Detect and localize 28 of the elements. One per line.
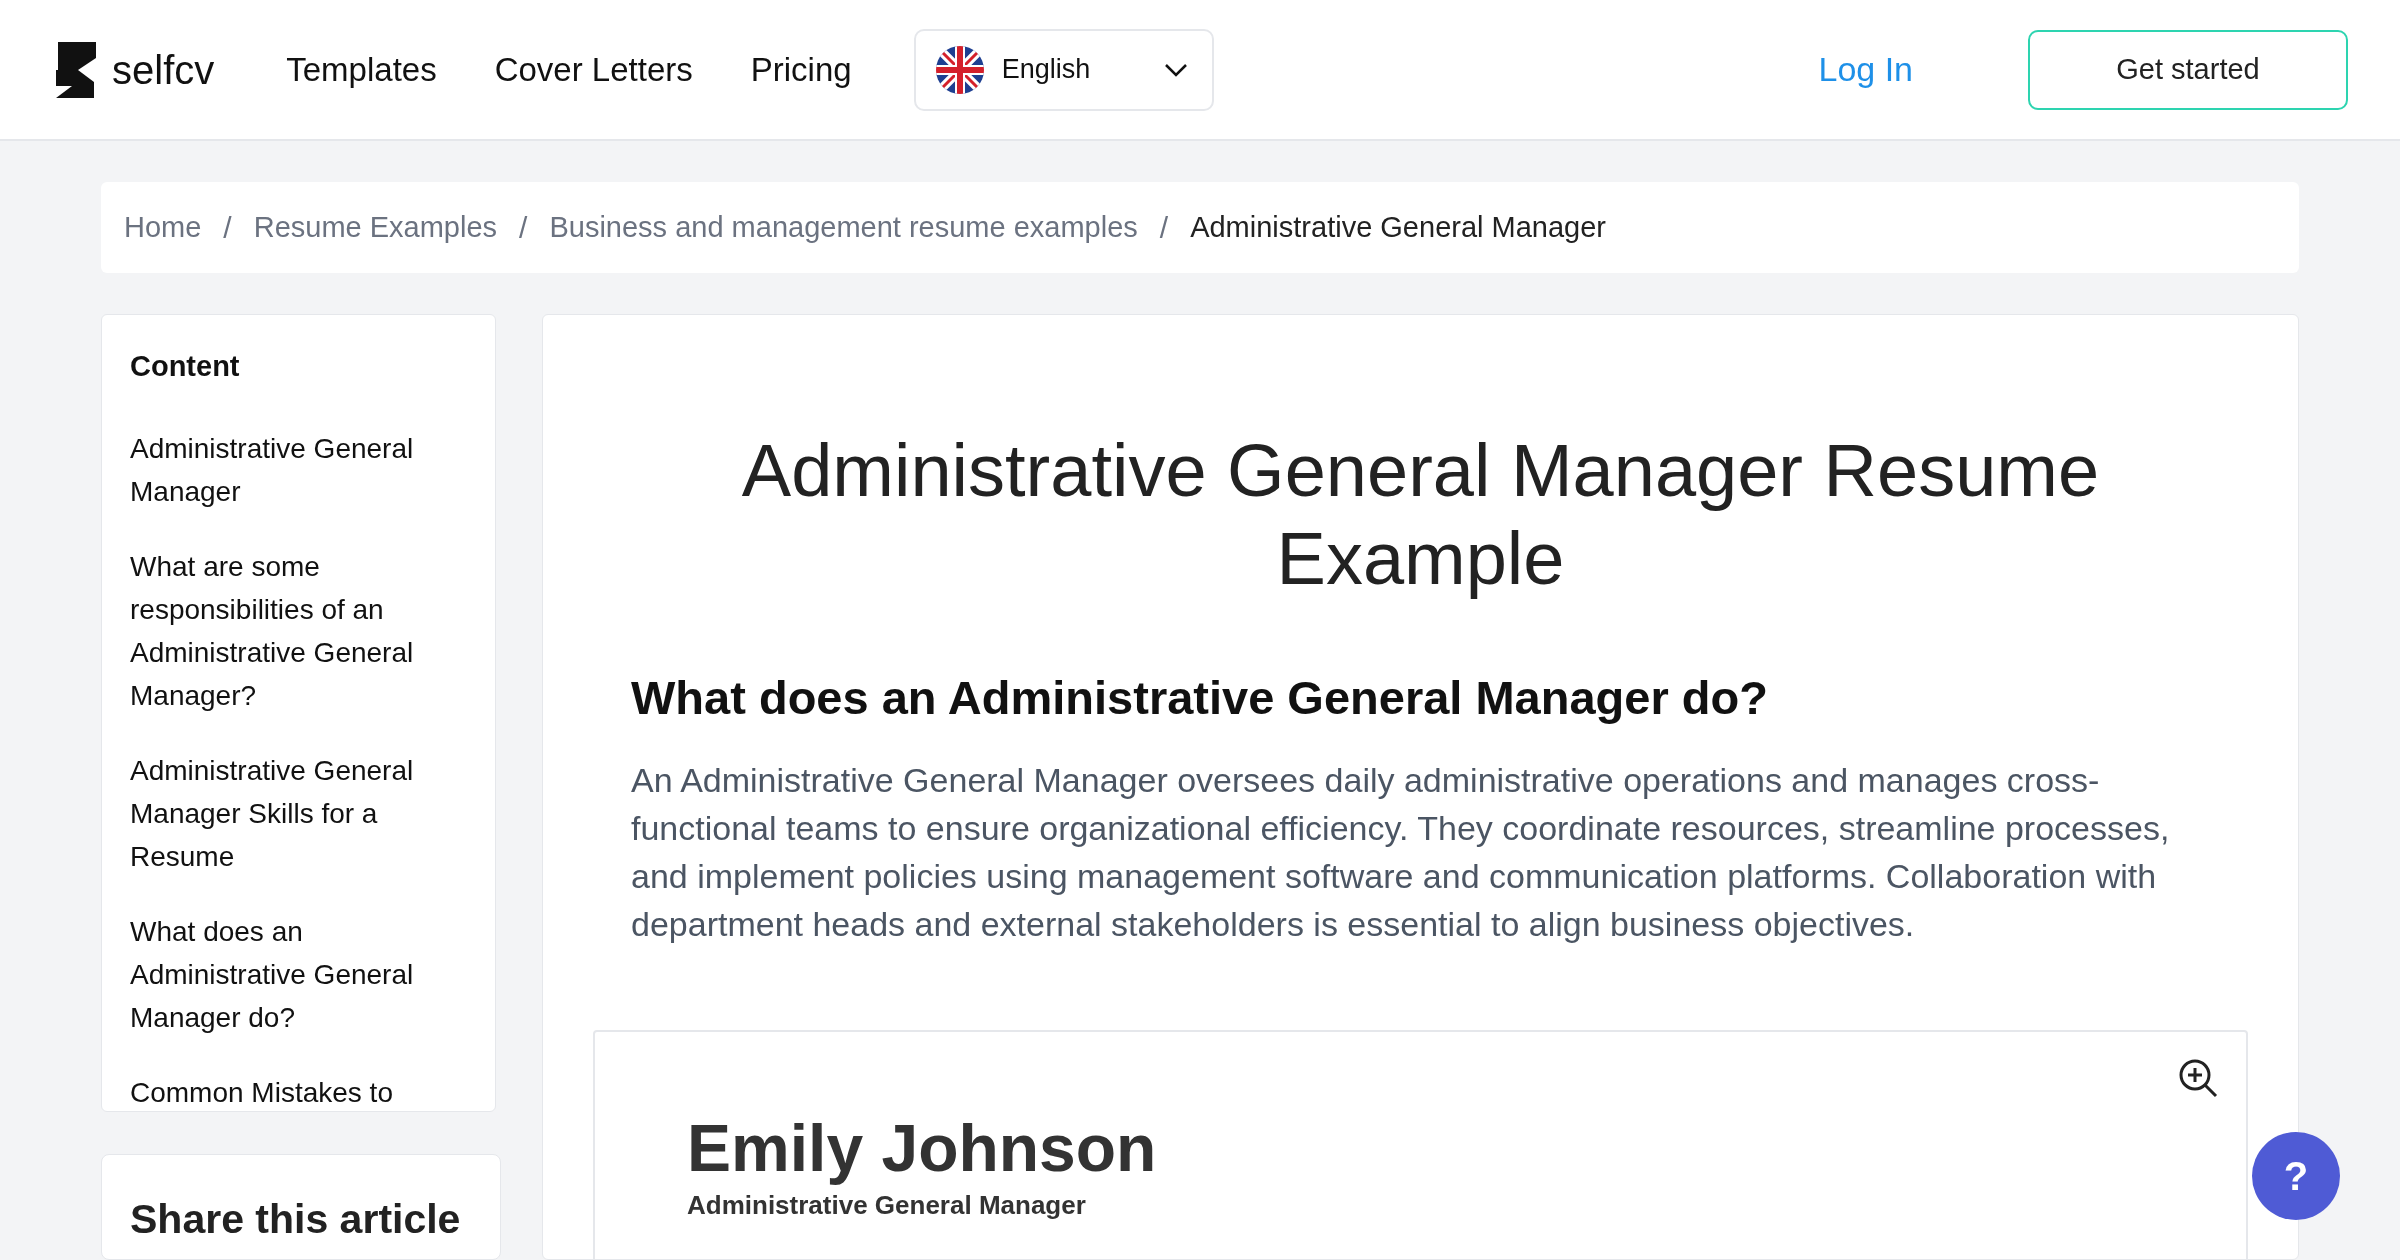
contents-link[interactable]: What does an Administrative General Manager do?: [130, 909, 475, 1039]
nav-link[interactable]: Templates: [286, 44, 437, 95]
article-title: Administrative General Manager Resume Example: [740, 428, 2101, 602]
chevron-down-icon: [1163, 62, 1188, 77]
logo[interactable]: selfcv: [52, 39, 215, 100]
contents-link[interactable]: Administrative General Manager: [130, 426, 475, 513]
language-dropdown[interactable]: English: [913, 28, 1214, 111]
breadcrumb-link[interactable]: Business and management resume examples: [549, 205, 1138, 250]
nav-link[interactable]: Pricing: [750, 44, 852, 95]
breadcrumb-link[interactable]: Resume Examples: [253, 205, 498, 250]
zoom-in-icon[interactable]: [2178, 1057, 2218, 1098]
contents-link[interactable]: Administrative General Manager Skills for a Resume: [130, 748, 475, 878]
help-button[interactable]: ?: [2252, 1132, 2340, 1220]
resume-role: Administrative General Manager: [687, 1188, 1087, 1222]
breadcrumb-separator: /: [1159, 210, 1169, 246]
contents-title: Content: [130, 349, 241, 384]
contents-link[interactable]: Common Mistakes to: [130, 1070, 475, 1111]
breadcrumb-separator: /: [519, 210, 528, 246]
breadcrumb-link[interactable]: Home: [124, 205, 202, 250]
breadcrumb-separator: /: [223, 210, 232, 246]
section-heading: What does an Administrative General Manager do?: [631, 670, 1769, 726]
breadcrumb-current[interactable]: Administrative General Manager: [1190, 205, 1606, 250]
section-paragraph: An Administrative General Manager oversees daily administrative operations and manages cross-functional teams to ensure organizational efficiency. They coordinate resources, streamline processes, and implement policies using management software and communication platforms. Collaboration with department heads and external stakeholders is essential to align business objectives.: [631, 759, 2171, 945]
share-title: Share this article: [130, 1195, 462, 1244]
get-started-button[interactable]: Get started: [2028, 29, 2348, 110]
nav-link[interactable]: Cover Letters: [494, 44, 693, 95]
resume-name: Emily Johnson: [687, 1111, 1158, 1184]
contents-link[interactable]: What are some responsibilities of an Administrative General Manager?: [130, 544, 475, 717]
